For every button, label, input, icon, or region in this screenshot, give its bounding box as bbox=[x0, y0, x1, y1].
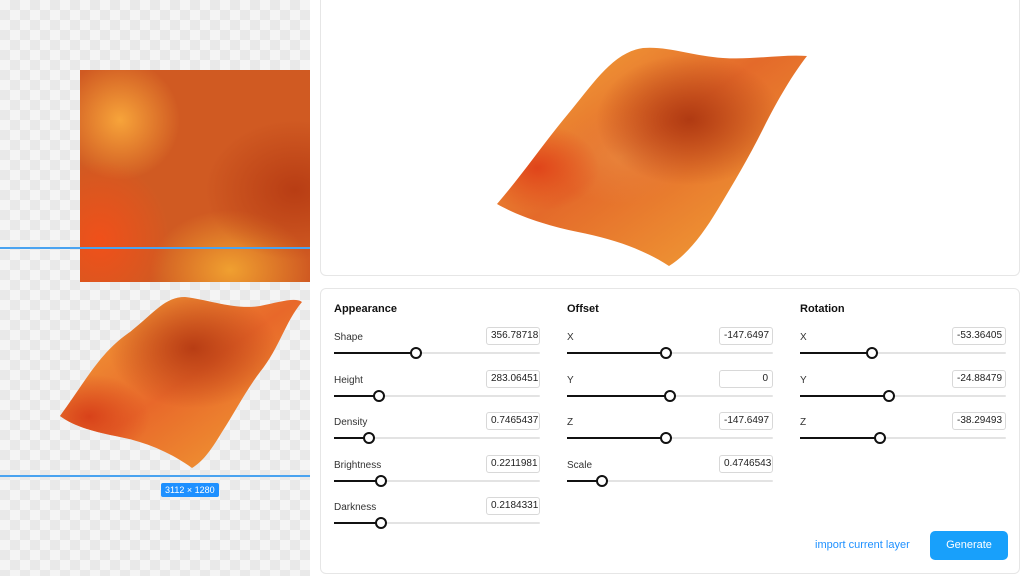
control-label: Z bbox=[800, 417, 807, 428]
control-offset-z: Z -147.6497 bbox=[567, 412, 773, 448]
slider-track[interactable] bbox=[334, 517, 540, 529]
control-label: Height bbox=[334, 374, 363, 386]
value-input[interactable]: 356.78718 bbox=[486, 327, 540, 345]
slider-fill bbox=[567, 352, 666, 354]
surface-layer[interactable] bbox=[50, 292, 305, 470]
slider-thumb[interactable] bbox=[866, 347, 879, 359]
value-input[interactable]: 0.2184331 bbox=[486, 497, 540, 515]
value-input[interactable]: 0 bbox=[719, 369, 773, 388]
slider-track[interactable] bbox=[800, 347, 1006, 359]
control-offset-x: X -147.6497 bbox=[567, 327, 773, 363]
control-label: Density bbox=[334, 417, 368, 428]
value-input[interactable]: -53.36405 bbox=[952, 327, 1006, 345]
slider-thumb[interactable] bbox=[874, 432, 887, 444]
value-input[interactable]: 0.4746543 bbox=[719, 454, 773, 473]
generate-button[interactable]: Generate bbox=[930, 531, 1008, 560]
slider-fill bbox=[800, 394, 889, 397]
design-canvas[interactable]: 3112 × 1280 bbox=[0, 0, 310, 576]
control-appearance-density: Density 0.7465437 bbox=[334, 412, 540, 448]
slider-fill bbox=[334, 522, 382, 524]
slider-thumb[interactable] bbox=[375, 474, 388, 487]
value-input[interactable]: -24.88479 bbox=[952, 369, 1006, 388]
control-label: Shape bbox=[334, 332, 363, 343]
slider-thumb[interactable] bbox=[659, 347, 672, 359]
slider-track[interactable] bbox=[334, 347, 540, 359]
section-title-rotation: Rotation bbox=[800, 303, 845, 315]
slider-fill bbox=[567, 394, 670, 397]
control-label: Y bbox=[800, 374, 807, 386]
preview-panel bbox=[320, 0, 1020, 276]
control-appearance-shape: Shape 356.78718 bbox=[334, 327, 540, 363]
gradient-layer[interactable] bbox=[80, 70, 310, 282]
size-badge: 3112 × 1280 bbox=[161, 483, 219, 497]
slider-fill bbox=[800, 352, 873, 354]
slider-fill bbox=[334, 479, 382, 482]
control-offset-scale: Scale 0.4746543 bbox=[567, 454, 773, 491]
slider-fill bbox=[334, 352, 417, 354]
control-label: X bbox=[800, 332, 807, 343]
control-label: Brightness bbox=[334, 459, 382, 471]
section-title-appearance: Appearance bbox=[334, 303, 397, 315]
slider-thumb[interactable] bbox=[659, 432, 672, 444]
control-offset-y: Y0 bbox=[567, 369, 773, 406]
control-rotation-z: Z -38.29493 bbox=[800, 412, 1006, 448]
control-label: Scale bbox=[567, 459, 593, 471]
control-label: Z bbox=[567, 417, 574, 428]
value-input[interactable]: 0.7465437 bbox=[486, 412, 540, 430]
control-appearance-height: Height 283.06451 bbox=[334, 369, 540, 406]
guide-line bbox=[0, 475, 310, 477]
surface-preview bbox=[497, 47, 807, 267]
controls-panel: Appearance Offset Rotation Shape 356.7871… bbox=[320, 288, 1020, 574]
slider-thumb[interactable] bbox=[664, 389, 676, 402]
slider-track[interactable] bbox=[800, 432, 1006, 444]
slider-track[interactable] bbox=[334, 389, 540, 402]
slider-track[interactable] bbox=[334, 432, 540, 444]
import-layer-link[interactable]: import current layer bbox=[815, 539, 910, 551]
control-label: Y bbox=[567, 374, 574, 386]
value-input[interactable]: -38.29493 bbox=[952, 412, 1006, 430]
slider-track[interactable] bbox=[567, 474, 773, 487]
control-label: X bbox=[567, 332, 574, 343]
slider-thumb[interactable] bbox=[375, 517, 388, 529]
slider-thumb[interactable] bbox=[363, 432, 376, 444]
guide-line bbox=[0, 247, 310, 249]
slider-thumb[interactable] bbox=[596, 474, 609, 487]
slider-track[interactable] bbox=[567, 347, 773, 359]
control-rotation-y: Y -24.88479 bbox=[800, 369, 1006, 406]
value-input[interactable]: -147.6497 bbox=[719, 412, 773, 430]
slider-fill bbox=[800, 437, 881, 439]
slider-track[interactable] bbox=[567, 389, 773, 402]
slider-track[interactable] bbox=[334, 474, 540, 487]
slider-thumb[interactable] bbox=[410, 347, 423, 359]
value-input[interactable]: -147.6497 bbox=[719, 327, 773, 345]
control-appearance-brightness: Brightness 0.2211981 bbox=[334, 454, 540, 491]
control-rotation-x: X -53.36405 bbox=[800, 327, 1006, 363]
slider-thumb[interactable] bbox=[373, 389, 386, 402]
control-appearance-darkness: Darkness 0.2184331 bbox=[334, 497, 540, 533]
value-input[interactable]: 283.06451 bbox=[486, 369, 540, 388]
slider-track[interactable] bbox=[800, 389, 1006, 402]
slider-fill bbox=[567, 437, 666, 439]
slider-track[interactable] bbox=[567, 432, 773, 444]
section-title-offset: Offset bbox=[567, 303, 599, 315]
control-label: Darkness bbox=[334, 502, 377, 513]
slider-thumb[interactable] bbox=[882, 389, 895, 402]
value-input[interactable]: 0.2211981 bbox=[486, 454, 540, 473]
